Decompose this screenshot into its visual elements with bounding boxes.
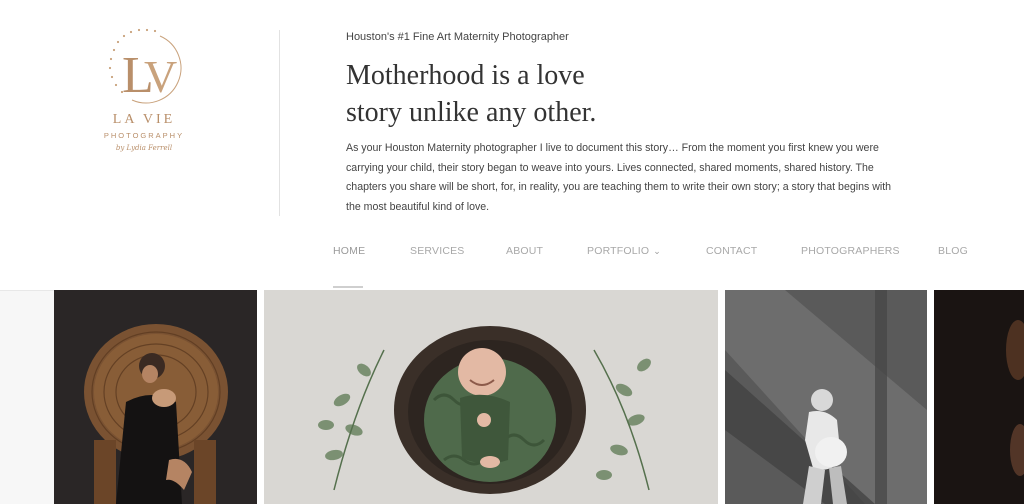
nav-active-indicator — [333, 286, 363, 288]
tagline: Houston's #1 Fine Art Maternity Photogra… — [346, 31, 569, 43]
nav-contact[interactable]: CONTACT — [706, 245, 757, 257]
nav-services[interactable]: SERVICES — [410, 245, 465, 257]
svg-text:V: V — [144, 51, 177, 102]
dark-maternity-photo-partial[interactable] — [934, 290, 1024, 504]
intro-paragraph: As your Houston Maternity photographer I… — [346, 142, 892, 213]
page-headline: Motherhood is a love story unlike any ot… — [346, 57, 666, 131]
main-nav: HOME SERVICES ABOUT PORTFOLIO ⌄ CONTACT P… — [0, 240, 1024, 290]
header-divider — [279, 30, 280, 216]
mother-in-wicker-chair-photo[interactable] — [54, 290, 257, 504]
nav-home[interactable]: HOME — [333, 245, 365, 257]
nav-about[interactable]: ABOUT — [506, 245, 543, 257]
nav-photographers[interactable]: PHOTOGRAPHERS — [801, 245, 900, 257]
gallery-edge-left — [0, 290, 54, 504]
headline-line-1: Motherhood is a love — [346, 60, 585, 91]
brand-name: LA VIE — [112, 112, 176, 127]
chevron-down-icon: ⌄ — [653, 246, 662, 256]
brand-signature: by Lydia Ferrell — [115, 144, 173, 152]
headline-line-2: story unlike any other. — [346, 97, 597, 128]
nav-portfolio[interactable]: PORTFOLIO ⌄ — [587, 245, 661, 257]
photo-gallery — [0, 290, 1024, 504]
maternity-window-light-photo[interactable] — [725, 290, 927, 504]
nav-portfolio-label: PORTFOLIO — [587, 245, 650, 257]
newborn-in-bowl-photo[interactable] — [264, 290, 718, 504]
brand-logo[interactable]: L V LA VIE PHOTOGRAPHY by Lydia Ferrell — [98, 28, 194, 163]
nav-blog[interactable]: BLOG — [938, 245, 968, 257]
brand-subtitle: PHOTOGRAPHY — [103, 131, 185, 140]
lv-monogram-icon: L V — [108, 28, 182, 104]
